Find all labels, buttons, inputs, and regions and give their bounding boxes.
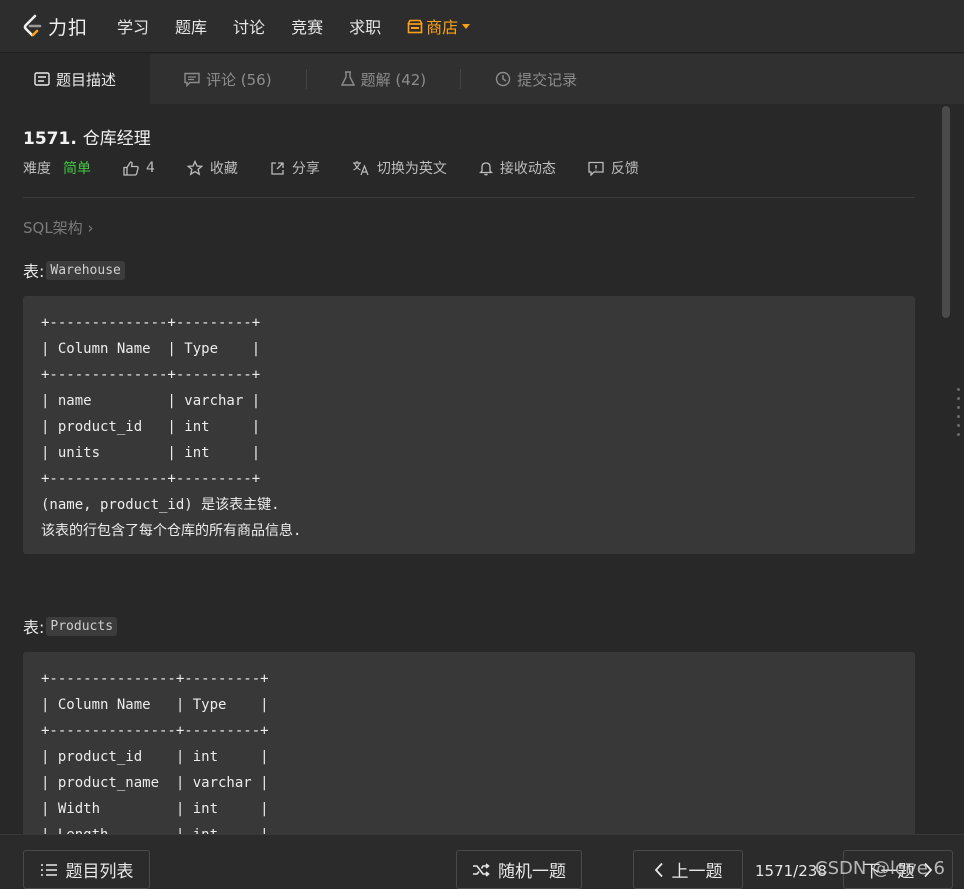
share-label: 分享 — [291, 161, 320, 177]
code-block-products: +---------------+---------+ | Column Nam… — [23, 652, 915, 834]
tab-label: 提交记录 — [517, 70, 578, 89]
problem-list-label: 题目列表 — [65, 862, 134, 882]
switch-language-label: 切换为英文 — [376, 161, 447, 177]
prev-problem-button[interactable]: 上一题 — [633, 850, 743, 889]
feedback-label: 反馈 — [610, 161, 639, 177]
problem-meta: 难度 简单 4 收藏 分享 切换为英文 接收动态 反馈 — [23, 158, 671, 178]
subscribe-label: 接收动态 — [499, 161, 556, 177]
list-icon — [40, 863, 57, 876]
top-navbar: 力扣 学习 题库 讨论 竞赛 求职 商店 — [0, 0, 964, 53]
difficulty-badge: 简单 — [63, 161, 91, 177]
clock-icon — [495, 71, 511, 87]
nav-item-discuss[interactable]: 讨论 — [233, 14, 265, 38]
bell-icon — [478, 162, 493, 176]
logo-text: 力扣 — [48, 16, 89, 39]
tab-description[interactable]: 题目描述 — [0, 54, 151, 104]
favorite-label: 收藏 — [209, 161, 238, 177]
subscribe-button[interactable]: 接收动态 — [478, 158, 556, 178]
content-scrollbar[interactable] — [942, 106, 950, 318]
nav-item-learn[interactable]: 学习 — [117, 14, 149, 38]
favorite-button[interactable]: 收藏 — [186, 158, 238, 178]
table-label-warehouse: 表: Warehouse — [23, 258, 125, 282]
table-prefix: 表: — [23, 618, 45, 637]
problem-content: 1571. 仓库经理 难度 简单 4 收藏 分享 切换为英文 接收动态 反馈 S… — [0, 104, 940, 834]
table-label-products: 表: Products — [23, 614, 118, 638]
watermark-text: CSDN @love 6 — [815, 858, 945, 879]
switch-language-button[interactable]: 切换为英文 — [352, 158, 447, 178]
products-schema: +---------------+---------+ | Column Nam… — [41, 671, 269, 834]
tab-submissions[interactable]: 提交记录 — [461, 54, 611, 104]
shop-label: 商店 — [426, 18, 459, 37]
store-icon — [407, 19, 423, 33]
leetcode-logo-icon — [23, 14, 42, 37]
nav-item-contest[interactable]: 竞赛 — [291, 14, 323, 38]
tab-label: 题解 (42) — [360, 70, 427, 89]
thumbs-up-icon — [123, 160, 139, 176]
problem-number: 1571. — [23, 129, 77, 149]
translate-icon — [352, 161, 369, 176]
random-label: 随机一题 — [498, 862, 566, 882]
problem-list-button[interactable]: 题目列表 — [23, 850, 150, 889]
resize-handle[interactable] — [957, 388, 961, 442]
tab-comments[interactable]: 评论 (56) — [150, 54, 306, 104]
shuffle-icon — [473, 862, 490, 877]
logo[interactable]: 力扣 — [22, 13, 88, 40]
code-block-warehouse: +--------------+---------+ | Column Name… — [23, 296, 915, 554]
tab-solutions[interactable]: 题解 (42) — [307, 54, 461, 104]
share-button[interactable]: 分享 — [270, 158, 320, 178]
comment-icon — [184, 72, 200, 87]
random-problem-button[interactable]: 随机一题 — [456, 850, 582, 889]
share-icon — [271, 161, 284, 175]
tab-label: 题目描述 — [56, 70, 117, 89]
chevron-down-icon — [462, 23, 471, 29]
like-button[interactable]: 4 — [123, 160, 155, 176]
warehouse-schema: +--------------+---------+ | Column Name… — [41, 315, 302, 539]
topic-tag-link[interactable]: SQL架构 › — [23, 217, 93, 238]
problem-name: 仓库经理 — [82, 129, 151, 149]
prev-label: 上一题 — [671, 862, 723, 882]
tab-label: 评论 (56) — [206, 70, 272, 89]
table-name-code: Warehouse — [46, 260, 125, 280]
description-icon — [34, 72, 50, 86]
divider — [23, 197, 915, 198]
chevron-left-icon — [654, 862, 663, 877]
problem-tabs: 题目描述 评论 (56) 题解 (42) 提交记录 — [0, 54, 964, 104]
star-icon — [186, 160, 203, 176]
feedback-button[interactable]: 反馈 — [588, 158, 639, 178]
table-name-code: Products — [46, 616, 118, 636]
problem-title: 1571. 仓库经理 — [23, 124, 151, 149]
like-count: 4 — [146, 160, 155, 176]
difficulty-label: 难度 — [23, 161, 51, 177]
table-prefix: 表: — [23, 262, 45, 281]
nav-item-problems[interactable]: 题库 — [175, 14, 207, 38]
nav-item-shop[interactable]: 商店 — [407, 14, 471, 38]
flask-icon — [340, 71, 355, 86]
nav-item-jobs[interactable]: 求职 — [349, 14, 381, 38]
feedback-icon — [588, 161, 604, 176]
